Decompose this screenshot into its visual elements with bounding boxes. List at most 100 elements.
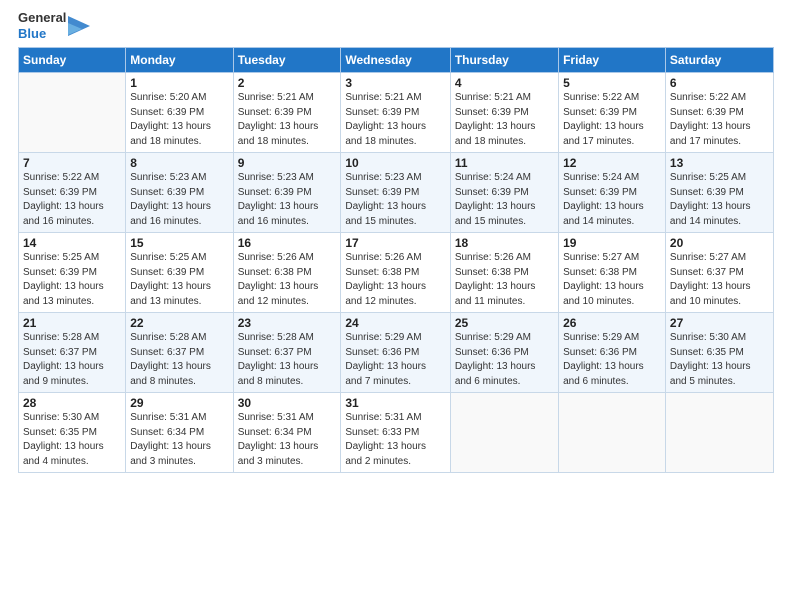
day-info: Sunrise: 5:21 AMSunset: 6:39 PMDaylight:…: [345, 91, 445, 149]
calendar-cell: 7Sunrise: 5:22 AMSunset: 6:39 PMDaylight…: [19, 153, 126, 233]
day-info: Sunrise: 5:25 AMSunset: 6:39 PMDaylight:…: [23, 251, 121, 309]
calendar-cell: 16Sunrise: 5:26 AMSunset: 6:38 PMDayligh…: [233, 233, 341, 313]
day-number: 7: [23, 156, 121, 170]
calendar-cell: 17Sunrise: 5:26 AMSunset: 6:38 PMDayligh…: [341, 233, 450, 313]
day-number: 10: [345, 156, 445, 170]
day-number: 12: [563, 156, 661, 170]
header: General Blue: [18, 10, 774, 41]
logo-triangle-icon: [68, 11, 90, 41]
day-info: Sunrise: 5:29 AMSunset: 6:36 PMDaylight:…: [455, 331, 554, 389]
calendar-cell: 23Sunrise: 5:28 AMSunset: 6:37 PMDayligh…: [233, 313, 341, 393]
calendar-cell: [19, 73, 126, 153]
calendar-week-row: 28Sunrise: 5:30 AMSunset: 6:35 PMDayligh…: [19, 393, 774, 473]
day-number: 16: [238, 236, 337, 250]
day-info: Sunrise: 5:28 AMSunset: 6:37 PMDaylight:…: [23, 331, 121, 389]
day-number: 6: [670, 76, 769, 90]
day-info: Sunrise: 5:22 AMSunset: 6:39 PMDaylight:…: [563, 91, 661, 149]
day-number: 23: [238, 316, 337, 330]
day-number: 1: [130, 76, 228, 90]
header-wednesday: Wednesday: [341, 48, 450, 73]
calendar-cell: 6Sunrise: 5:22 AMSunset: 6:39 PMDaylight…: [665, 73, 773, 153]
header-sunday: Sunday: [19, 48, 126, 73]
day-info: Sunrise: 5:28 AMSunset: 6:37 PMDaylight:…: [238, 331, 337, 389]
day-number: 19: [563, 236, 661, 250]
calendar-cell: 26Sunrise: 5:29 AMSunset: 6:36 PMDayligh…: [559, 313, 666, 393]
day-number: 4: [455, 76, 554, 90]
day-info: Sunrise: 5:29 AMSunset: 6:36 PMDaylight:…: [345, 331, 445, 389]
calendar-cell: 29Sunrise: 5:31 AMSunset: 6:34 PMDayligh…: [126, 393, 233, 473]
header-thursday: Thursday: [450, 48, 558, 73]
day-number: 8: [130, 156, 228, 170]
calendar-cell: 8Sunrise: 5:23 AMSunset: 6:39 PMDaylight…: [126, 153, 233, 233]
calendar-cell: 14Sunrise: 5:25 AMSunset: 6:39 PMDayligh…: [19, 233, 126, 313]
day-info: Sunrise: 5:26 AMSunset: 6:38 PMDaylight:…: [345, 251, 445, 309]
day-number: 13: [670, 156, 769, 170]
day-info: Sunrise: 5:23 AMSunset: 6:39 PMDaylight:…: [238, 171, 337, 229]
day-info: Sunrise: 5:31 AMSunset: 6:33 PMDaylight:…: [345, 411, 445, 469]
calendar-cell: 4Sunrise: 5:21 AMSunset: 6:39 PMDaylight…: [450, 73, 558, 153]
calendar-week-row: 1Sunrise: 5:20 AMSunset: 6:39 PMDaylight…: [19, 73, 774, 153]
day-number: 17: [345, 236, 445, 250]
day-info: Sunrise: 5:22 AMSunset: 6:39 PMDaylight:…: [670, 91, 769, 149]
logo-text: General Blue: [18, 10, 66, 41]
day-number: 27: [670, 316, 769, 330]
day-number: 11: [455, 156, 554, 170]
day-number: 24: [345, 316, 445, 330]
header-tuesday: Tuesday: [233, 48, 341, 73]
calendar-header-row: SundayMondayTuesdayWednesdayThursdayFrid…: [19, 48, 774, 73]
calendar-cell: [559, 393, 666, 473]
calendar-cell: 15Sunrise: 5:25 AMSunset: 6:39 PMDayligh…: [126, 233, 233, 313]
calendar-cell: 25Sunrise: 5:29 AMSunset: 6:36 PMDayligh…: [450, 313, 558, 393]
day-number: 22: [130, 316, 228, 330]
calendar-week-row: 21Sunrise: 5:28 AMSunset: 6:37 PMDayligh…: [19, 313, 774, 393]
day-number: 28: [23, 396, 121, 410]
day-number: 15: [130, 236, 228, 250]
day-info: Sunrise: 5:22 AMSunset: 6:39 PMDaylight:…: [23, 171, 121, 229]
day-info: Sunrise: 5:29 AMSunset: 6:36 PMDaylight:…: [563, 331, 661, 389]
day-info: Sunrise: 5:25 AMSunset: 6:39 PMDaylight:…: [670, 171, 769, 229]
calendar-cell: 31Sunrise: 5:31 AMSunset: 6:33 PMDayligh…: [341, 393, 450, 473]
header-monday: Monday: [126, 48, 233, 73]
calendar-cell: 28Sunrise: 5:30 AMSunset: 6:35 PMDayligh…: [19, 393, 126, 473]
day-info: Sunrise: 5:26 AMSunset: 6:38 PMDaylight:…: [455, 251, 554, 309]
day-number: 25: [455, 316, 554, 330]
day-info: Sunrise: 5:23 AMSunset: 6:39 PMDaylight:…: [130, 171, 228, 229]
calendar-cell: [665, 393, 773, 473]
day-info: Sunrise: 5:25 AMSunset: 6:39 PMDaylight:…: [130, 251, 228, 309]
calendar-cell: 3Sunrise: 5:21 AMSunset: 6:39 PMDaylight…: [341, 73, 450, 153]
day-info: Sunrise: 5:27 AMSunset: 6:37 PMDaylight:…: [670, 251, 769, 309]
day-info: Sunrise: 5:31 AMSunset: 6:34 PMDaylight:…: [130, 411, 228, 469]
day-info: Sunrise: 5:21 AMSunset: 6:39 PMDaylight:…: [455, 91, 554, 149]
day-info: Sunrise: 5:24 AMSunset: 6:39 PMDaylight:…: [563, 171, 661, 229]
header-saturday: Saturday: [665, 48, 773, 73]
calendar-cell: 30Sunrise: 5:31 AMSunset: 6:34 PMDayligh…: [233, 393, 341, 473]
day-info: Sunrise: 5:30 AMSunset: 6:35 PMDaylight:…: [23, 411, 121, 469]
day-number: 29: [130, 396, 228, 410]
day-info: Sunrise: 5:20 AMSunset: 6:39 PMDaylight:…: [130, 91, 228, 149]
calendar-cell: 1Sunrise: 5:20 AMSunset: 6:39 PMDaylight…: [126, 73, 233, 153]
day-number: 5: [563, 76, 661, 90]
day-number: 26: [563, 316, 661, 330]
day-info: Sunrise: 5:24 AMSunset: 6:39 PMDaylight:…: [455, 171, 554, 229]
calendar-cell: 11Sunrise: 5:24 AMSunset: 6:39 PMDayligh…: [450, 153, 558, 233]
calendar-cell: 20Sunrise: 5:27 AMSunset: 6:37 PMDayligh…: [665, 233, 773, 313]
day-number: 21: [23, 316, 121, 330]
calendar-cell: 5Sunrise: 5:22 AMSunset: 6:39 PMDaylight…: [559, 73, 666, 153]
day-info: Sunrise: 5:26 AMSunset: 6:38 PMDaylight:…: [238, 251, 337, 309]
day-number: 31: [345, 396, 445, 410]
calendar-cell: [450, 393, 558, 473]
calendar-cell: 12Sunrise: 5:24 AMSunset: 6:39 PMDayligh…: [559, 153, 666, 233]
calendar-week-row: 7Sunrise: 5:22 AMSunset: 6:39 PMDaylight…: [19, 153, 774, 233]
calendar-cell: 22Sunrise: 5:28 AMSunset: 6:37 PMDayligh…: [126, 313, 233, 393]
day-number: 18: [455, 236, 554, 250]
calendar-cell: 27Sunrise: 5:30 AMSunset: 6:35 PMDayligh…: [665, 313, 773, 393]
header-friday: Friday: [559, 48, 666, 73]
calendar-table: SundayMondayTuesdayWednesdayThursdayFrid…: [18, 47, 774, 473]
day-info: Sunrise: 5:31 AMSunset: 6:34 PMDaylight:…: [238, 411, 337, 469]
calendar-cell: 21Sunrise: 5:28 AMSunset: 6:37 PMDayligh…: [19, 313, 126, 393]
calendar-cell: 13Sunrise: 5:25 AMSunset: 6:39 PMDayligh…: [665, 153, 773, 233]
page: General Blue SundayMondayTuesdayWednesda…: [0, 0, 792, 612]
logo: General Blue: [18, 10, 90, 41]
day-number: 14: [23, 236, 121, 250]
day-info: Sunrise: 5:21 AMSunset: 6:39 PMDaylight:…: [238, 91, 337, 149]
